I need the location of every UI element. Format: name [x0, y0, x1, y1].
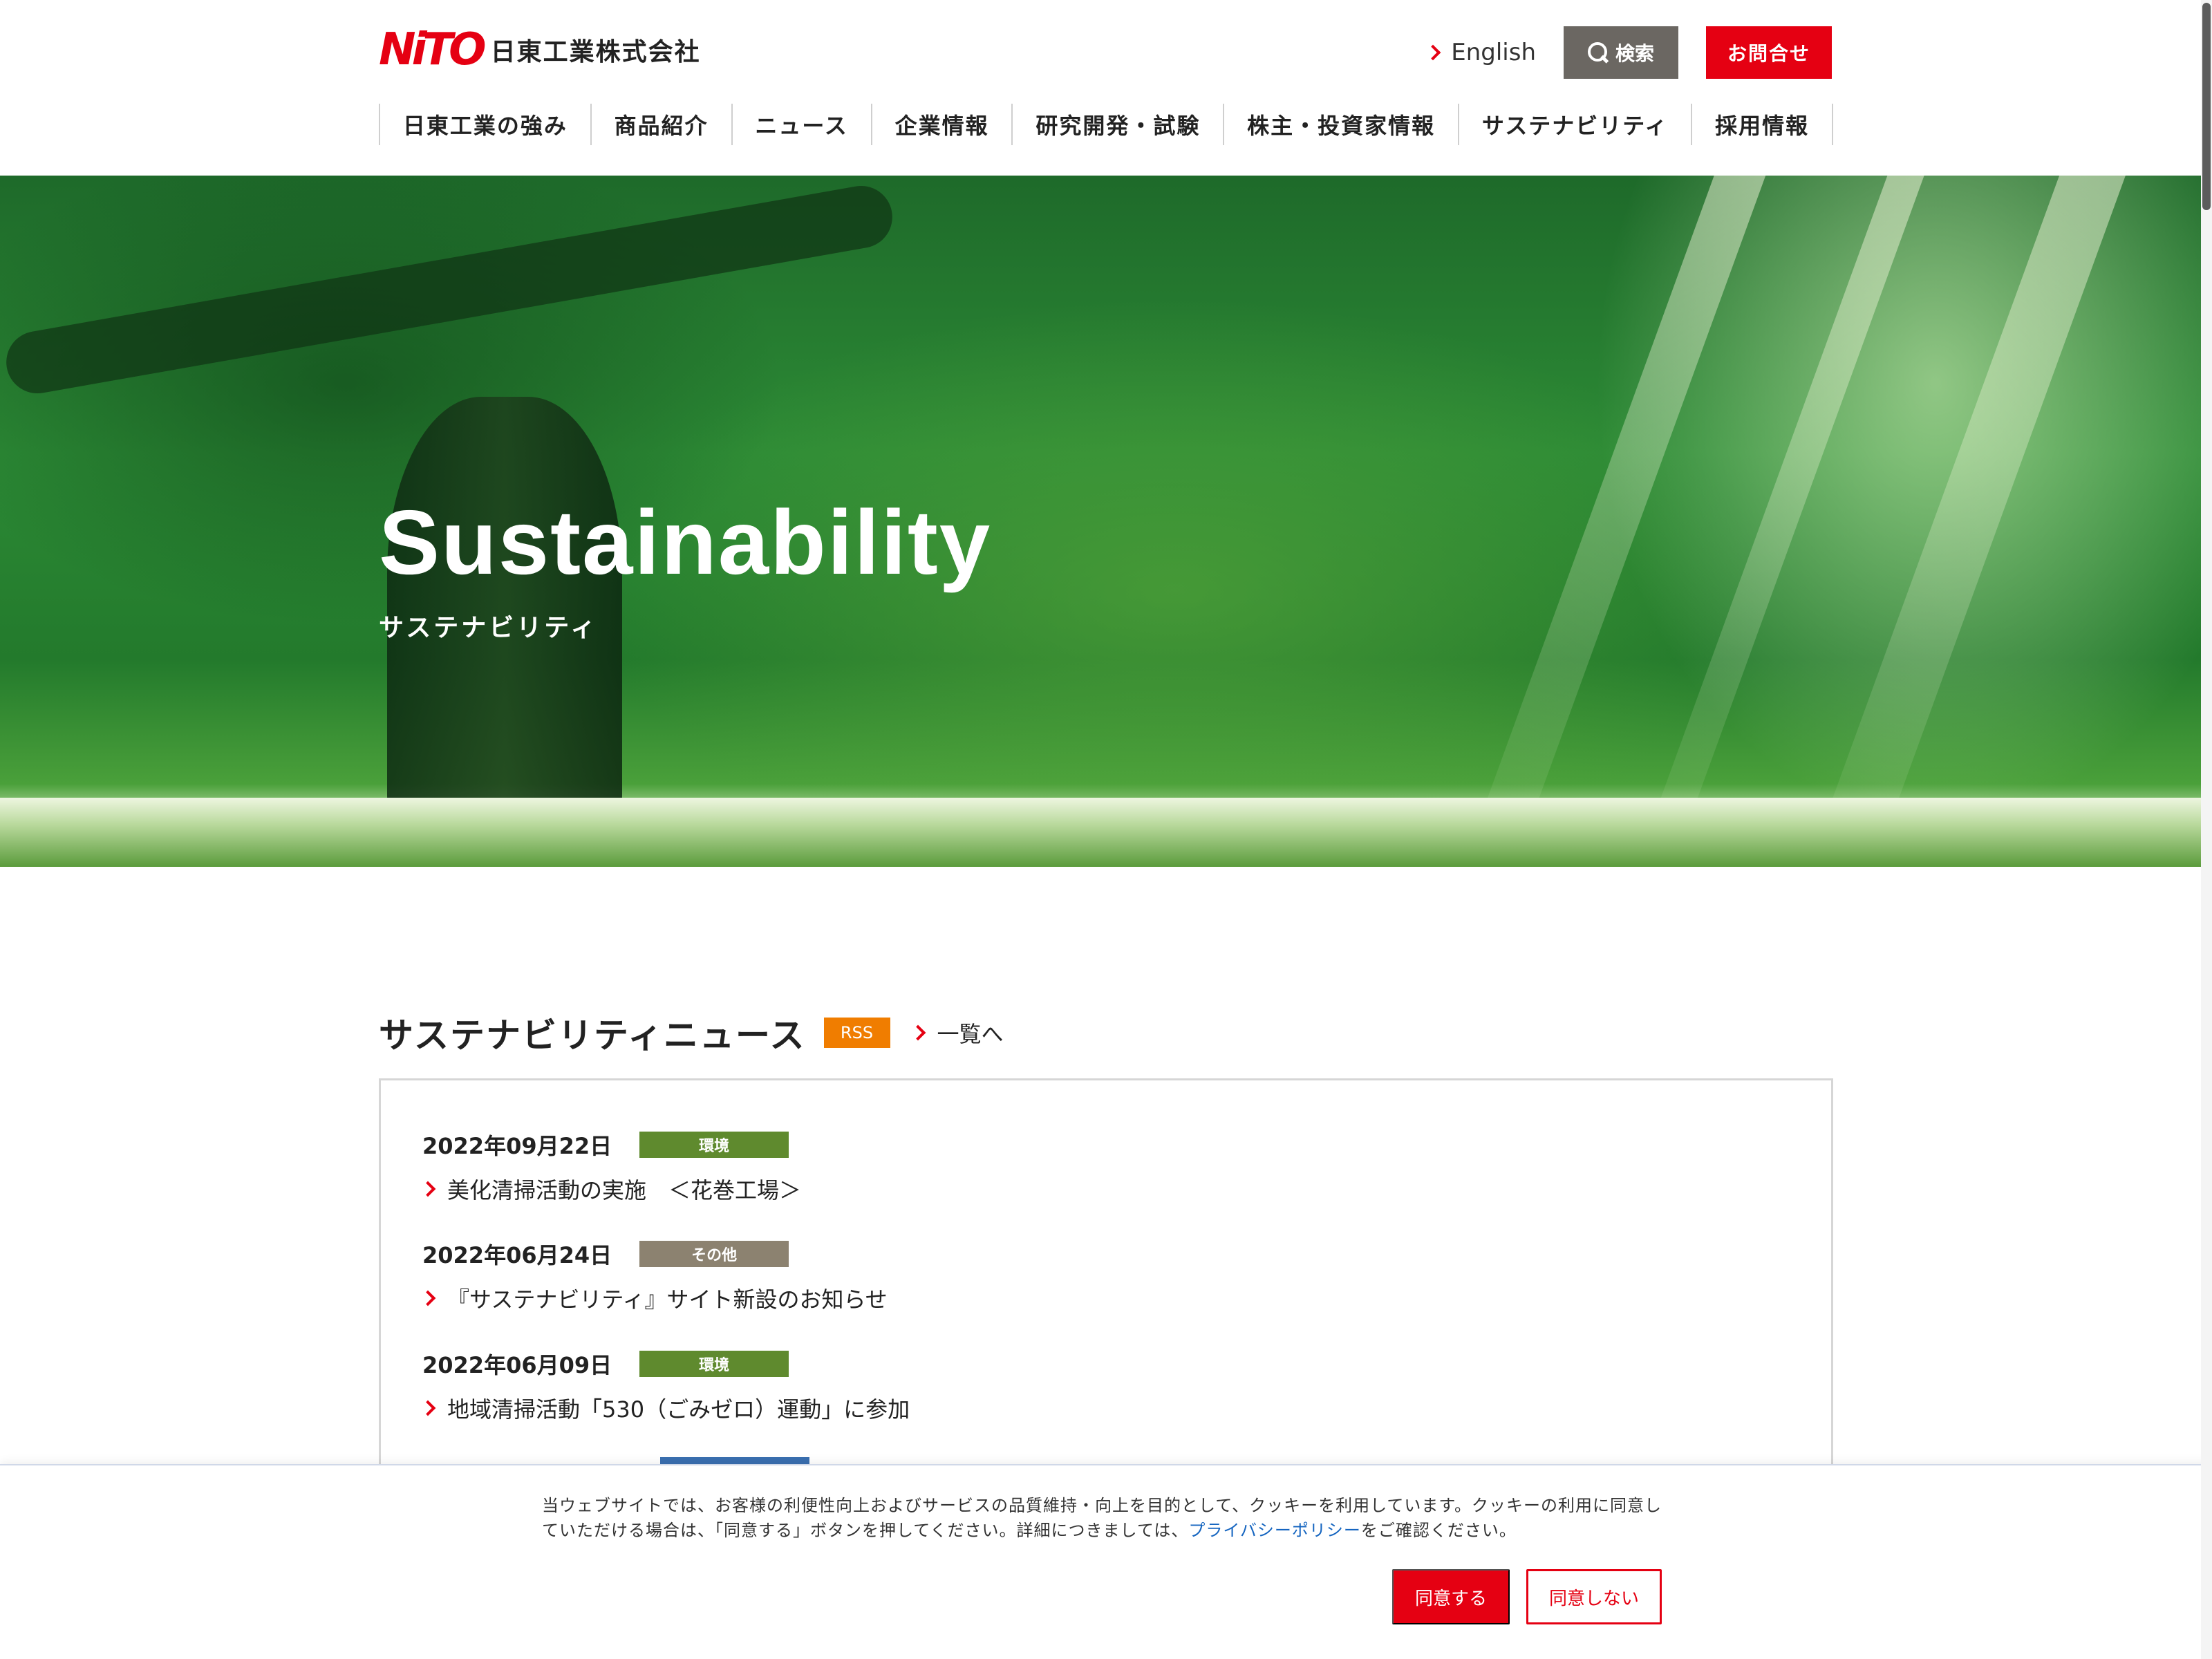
search-button[interactable]: 検索	[1564, 26, 1678, 79]
news-category-tag: 環境	[639, 1132, 789, 1158]
cookie-agree-button[interactable]: 同意する	[1392, 1569, 1510, 1624]
utility-bar: English 検索 お問合せ	[1425, 26, 1832, 79]
news-item-link[interactable]: 美化清掃活動の実施 ＜花巻工場＞	[420, 1173, 802, 1205]
news-list-label: 一覧へ	[937, 1021, 1004, 1047]
chevron-right-icon	[420, 1290, 436, 1306]
chevron-right-icon	[1425, 44, 1441, 61]
nav-item-company[interactable]: 企業情報	[870, 104, 1012, 145]
news-section-title: サステナビリティニュース	[379, 1015, 806, 1056]
hero-title: Sustainability	[379, 491, 992, 593]
cookie-consent-banner: 当ウェブサイトでは、お客様の利便性向上およびサービスの品質維持・向上を目的として…	[0, 1464, 2212, 1659]
nav-item-news[interactable]: ニュース	[731, 104, 871, 145]
site-logo[interactable]: NiTO 日東工業株式会社	[379, 28, 701, 72]
news-item-link[interactable]: 『サステナビリティ』サイト新設のお知らせ	[420, 1282, 888, 1314]
news-item: 2022年06月09日 環境 地域清掃活動「530（ごみゼロ）運動」に参加	[420, 1348, 910, 1424]
rss-badge[interactable]: RSS	[823, 1018, 890, 1048]
nav-item-sustainability[interactable]: サステナビリティ	[1457, 104, 1691, 145]
cookie-message: 当ウェブサイトでは、お客様の利便性向上およびサービスの品質維持・向上を目的として…	[542, 1493, 1676, 1543]
hero-subtitle: サステナビリティ	[379, 614, 599, 642]
logo-mark: NiTO	[379, 24, 487, 75]
news-meta: 2022年06月24日 その他	[422, 1238, 888, 1270]
news-item: 2022年09月22日 環境 美化清掃活動の実施 ＜花巻工場＞	[420, 1129, 802, 1205]
english-link[interactable]: English	[1425, 39, 1536, 66]
chevron-right-icon	[420, 1400, 436, 1416]
hero-light-ray	[1795, 176, 2138, 867]
english-label: English	[1451, 39, 1536, 66]
news-item-title: 地域清掃活動「530（ごみゼロ）運動」に参加	[447, 1396, 910, 1423]
news-date: 2022年09月22日	[422, 1133, 612, 1159]
site-header: NiTO 日東工業株式会社 English 検索 お問合せ 日東工業の強み 商品…	[0, 0, 2212, 176]
hero-banner: Sustainability サステナビリティ	[0, 176, 2212, 867]
chevron-right-icon	[420, 1181, 436, 1197]
page-scrollbar[interactable]	[2201, 0, 2212, 1659]
news-category-tag: 環境	[639, 1351, 789, 1377]
cookie-text-2: をご確認ください。	[1360, 1521, 1517, 1540]
news-meta: 2022年06月09日 環境	[422, 1348, 910, 1380]
hero-tree-branch	[1, 180, 897, 399]
hero-light-ray	[1449, 176, 1779, 867]
news-meta: 2022年09月22日 環境	[422, 1129, 801, 1161]
news-list-link[interactable]: 一覧へ	[910, 1017, 1004, 1049]
scrollbar-thumb[interactable]	[2202, 3, 2211, 210]
news-date: 2022年06月24日	[422, 1242, 612, 1268]
nav-item-recruit[interactable]: 採用情報	[1691, 104, 1833, 145]
nav-item-strengths[interactable]: 日東工業の強み	[379, 104, 590, 145]
logo-text: 日東工業株式会社	[490, 38, 701, 66]
hero-ground	[0, 798, 2212, 867]
search-label: 検索	[1615, 42, 1654, 65]
contact-button[interactable]: お問合せ	[1706, 26, 1832, 79]
nav-item-research[interactable]: 研究開発・試験	[1011, 104, 1223, 145]
news-header: サステナビリティニュース RSS 一覧へ	[379, 1008, 1004, 1058]
chevron-right-icon	[910, 1024, 926, 1041]
search-icon	[1587, 42, 1609, 63]
contact-label: お問合せ	[1727, 42, 1810, 65]
cookie-deny-button[interactable]: 同意しない	[1526, 1569, 1662, 1624]
news-item-title: 美化清掃活動の実施 ＜花巻工場＞	[447, 1177, 802, 1203]
nav-item-investors[interactable]: 株主・投資家情報	[1223, 104, 1458, 145]
news-date: 2022年06月09日	[422, 1352, 612, 1378]
news-item-link[interactable]: 地域清掃活動「530（ごみゼロ）運動」に参加	[420, 1392, 910, 1424]
global-nav: 日東工業の強み 商品紹介 ニュース 企業情報 研究開発・試験 株主・投資家情報 …	[379, 104, 1833, 145]
news-category-tag: その他	[639, 1241, 789, 1267]
privacy-policy-link[interactable]: プライバシーポリシー	[1188, 1521, 1361, 1540]
news-item: 2022年06月24日 その他 『サステナビリティ』サイト新設のお知らせ	[420, 1238, 888, 1314]
nav-item-products[interactable]: 商品紹介	[590, 104, 731, 145]
news-item-title: 『サステナビリティ』サイト新設のお知らせ	[447, 1286, 888, 1313]
